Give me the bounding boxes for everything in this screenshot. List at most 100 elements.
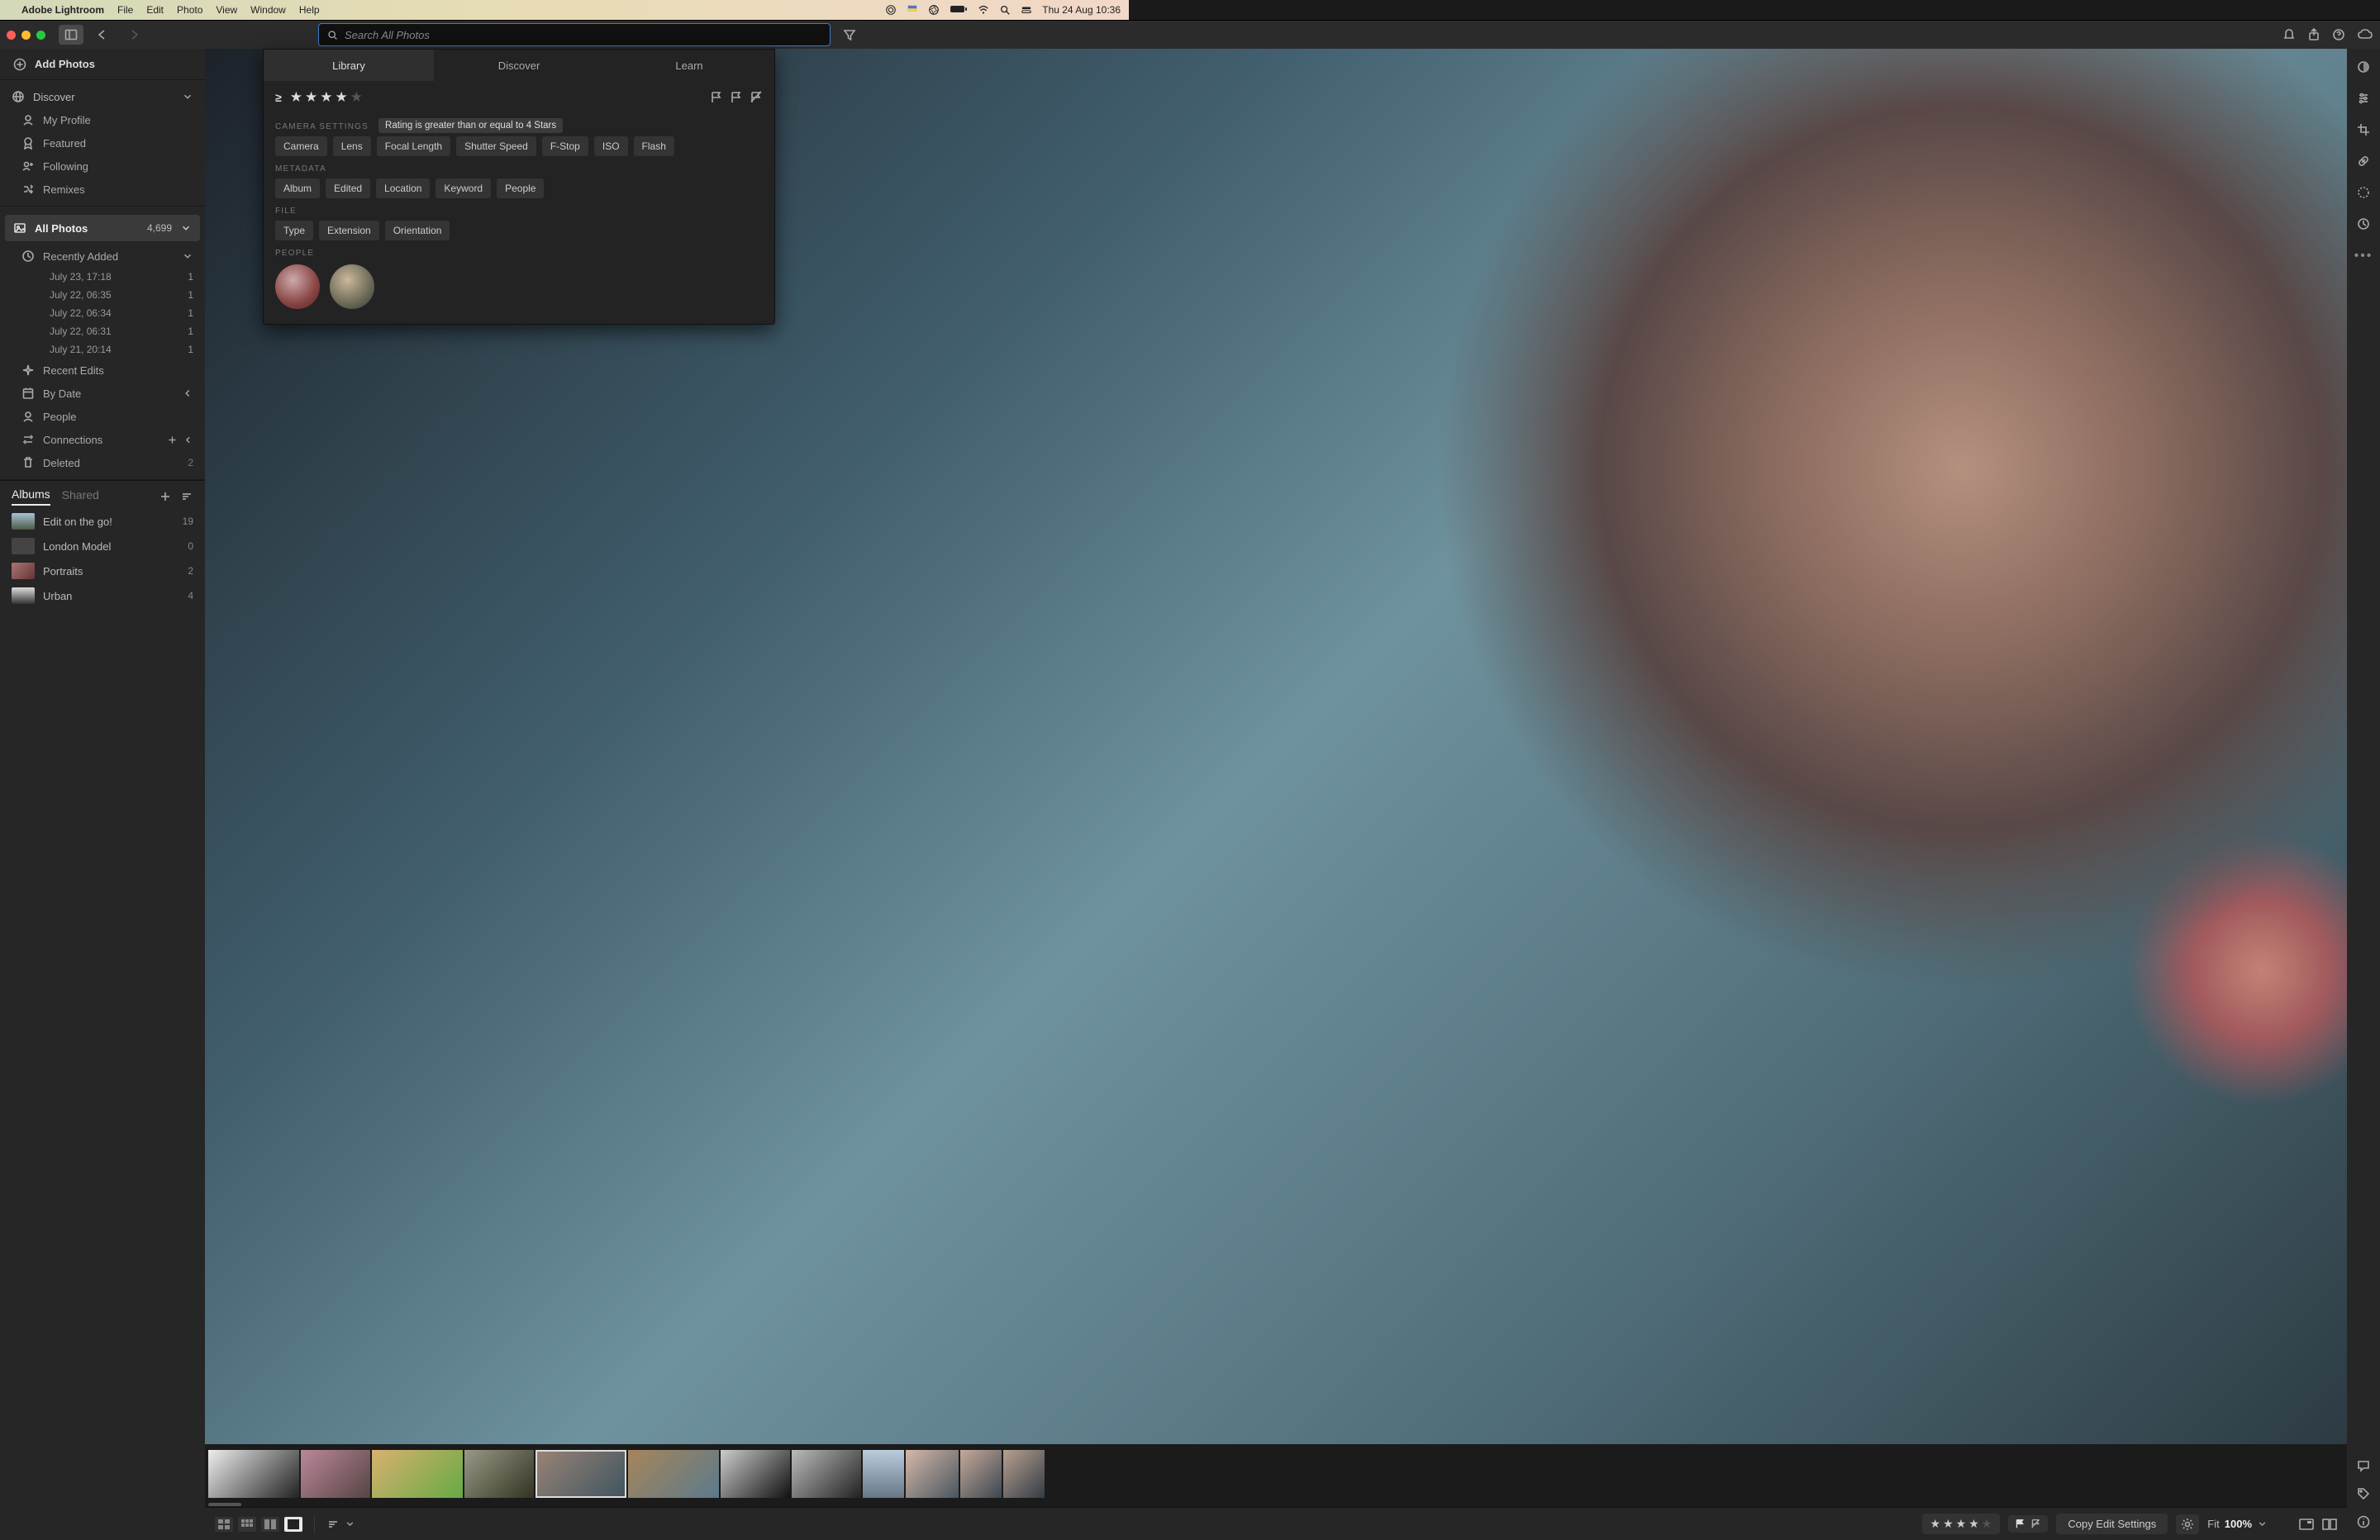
wifi-icon[interactable] xyxy=(978,4,989,16)
spotlight-icon[interactable] xyxy=(999,4,1011,16)
album-row[interactable]: London Model0 xyxy=(0,534,205,558)
chip-edited[interactable]: Edited xyxy=(326,178,370,198)
sidebar-discover-header[interactable]: Discover xyxy=(0,85,205,108)
edit-panel-icon[interactable] xyxy=(2357,60,2370,74)
gte-symbol[interactable]: ≥ xyxy=(275,91,282,104)
person-avatar[interactable] xyxy=(330,264,374,309)
square-grid-button[interactable] xyxy=(238,1517,256,1532)
flag-status-icon[interactable] xyxy=(907,4,918,16)
add-photos-button[interactable]: Add Photos xyxy=(0,49,205,80)
chip-flash[interactable]: Flash xyxy=(634,136,674,156)
sidebar-recently-added[interactable]: Recently Added xyxy=(0,245,205,268)
chip-people[interactable]: People xyxy=(497,178,544,198)
sidebar-item-my-profile[interactable]: My Profile xyxy=(0,108,205,131)
chip-fstop[interactable]: F-Stop xyxy=(542,136,588,156)
sidebar-people[interactable]: People xyxy=(0,405,205,428)
cloud-sync-icon[interactable] xyxy=(2357,28,2373,41)
copy-edit-settings-button[interactable]: Copy Edit Settings xyxy=(2056,1514,2168,1534)
sliders-icon[interactable] xyxy=(2357,92,2370,105)
more-icon[interactable]: ••• xyxy=(2354,249,2373,264)
sort-albums-icon[interactable] xyxy=(180,490,193,503)
chip-extension[interactable]: Extension xyxy=(319,221,379,240)
nav-forward-button[interactable] xyxy=(121,25,146,45)
before-after-icon[interactable] xyxy=(2322,1518,2337,1531)
chevron-left-icon[interactable] xyxy=(183,435,193,445)
crop-icon[interactable] xyxy=(2357,123,2370,136)
star-icon[interactable]: ★ xyxy=(350,89,363,106)
versions-icon[interactable] xyxy=(2357,217,2370,231)
app-name[interactable]: Adobe Lightroom xyxy=(21,4,104,16)
menu-photo[interactable]: Photo xyxy=(177,4,202,16)
sidebar-connections[interactable]: Connections xyxy=(0,428,205,451)
nav-back-button[interactable] xyxy=(90,25,115,45)
recent-entry[interactable]: July 22, 06:311 xyxy=(0,322,205,340)
info-icon[interactable] xyxy=(2357,1515,2370,1528)
flag-unflag-icon[interactable] xyxy=(730,91,743,104)
film-thumb-selected[interactable] xyxy=(536,1450,626,1498)
film-thumb[interactable] xyxy=(960,1450,1002,1498)
chip-location[interactable]: Location xyxy=(376,178,430,198)
chip-focal-length[interactable]: Focal Length xyxy=(377,136,450,156)
cc-icon[interactable] xyxy=(885,4,897,16)
rating-stars[interactable]: ★★★★★ xyxy=(290,89,363,106)
menu-file[interactable]: File xyxy=(117,4,133,16)
person-avatar[interactable] xyxy=(275,264,320,309)
sidebar-item-remixes[interactable]: Remixes xyxy=(0,178,205,201)
flag-widget[interactable] xyxy=(2008,1515,2048,1533)
sidebar-recent-edits[interactable]: Recent Edits xyxy=(0,359,205,382)
zoom-window-button[interactable] xyxy=(36,31,45,40)
flag-pick-icon[interactable] xyxy=(710,91,723,104)
sidebar-all-photos[interactable]: All Photos 4,699 xyxy=(5,215,200,241)
film-thumb[interactable] xyxy=(372,1450,463,1498)
film-thumb[interactable] xyxy=(721,1450,790,1498)
sort-group[interactable] xyxy=(326,1518,355,1531)
film-thumb[interactable] xyxy=(628,1450,719,1498)
recent-entry[interactable]: July 23, 17:181 xyxy=(0,268,205,286)
close-window-button[interactable] xyxy=(7,31,16,40)
chip-keyword[interactable]: Keyword xyxy=(436,178,491,198)
chip-lens[interactable]: Lens xyxy=(333,136,371,156)
album-row[interactable]: Edit on the go!19 xyxy=(0,509,205,534)
tag-icon[interactable] xyxy=(2357,1487,2370,1500)
shared-tab[interactable]: Shared xyxy=(62,488,99,505)
flag-reject-icon[interactable] xyxy=(2030,1519,2041,1529)
sidebar-item-featured[interactable]: Featured xyxy=(0,131,205,154)
help-icon[interactable] xyxy=(2332,28,2345,41)
star-icon[interactable]: ★ xyxy=(1956,1517,1967,1531)
film-thumb[interactable] xyxy=(1003,1450,1045,1498)
masking-icon[interactable] xyxy=(2357,186,2370,199)
sidebar-deleted[interactable]: Deleted 2 xyxy=(0,451,205,474)
filter-button[interactable] xyxy=(837,25,862,45)
star-icon[interactable]: ★ xyxy=(1930,1517,1941,1531)
menu-view[interactable]: View xyxy=(216,4,237,16)
chip-shutter[interactable]: Shutter Speed xyxy=(456,136,536,156)
menubar-clock[interactable]: Thu 24 Aug 10:36 xyxy=(1042,4,1121,16)
recent-entry[interactable]: July 22, 06:341 xyxy=(0,304,205,322)
settings-gear-button[interactable] xyxy=(2176,1514,2199,1534)
aperture-icon[interactable] xyxy=(928,4,940,16)
search-field[interactable] xyxy=(318,23,831,46)
search-input[interactable] xyxy=(345,29,821,41)
album-row[interactable]: Portraits2 xyxy=(0,558,205,583)
film-thumb[interactable] xyxy=(863,1450,904,1498)
filmstrip[interactable] xyxy=(205,1444,2347,1502)
zoom-controls[interactable]: Fit 100% xyxy=(2207,1518,2268,1530)
chip-album[interactable]: Album xyxy=(275,178,320,198)
film-thumb[interactable] xyxy=(906,1450,959,1498)
chip-iso[interactable]: ISO xyxy=(594,136,628,156)
film-thumb[interactable] xyxy=(792,1450,861,1498)
menu-edit[interactable]: Edit xyxy=(146,4,164,16)
chip-type[interactable]: Type xyxy=(275,221,313,240)
flag-pick-icon[interactable] xyxy=(2015,1519,2025,1529)
rating-widget[interactable]: ★★★★★ xyxy=(1922,1514,2001,1534)
album-row[interactable]: Urban4 xyxy=(0,583,205,608)
star-icon[interactable]: ★ xyxy=(320,89,332,106)
add-album-icon[interactable] xyxy=(159,490,172,503)
flag-reject-icon[interactable] xyxy=(750,91,763,104)
sidebar-item-following[interactable]: Following xyxy=(0,154,205,178)
healing-icon[interactable] xyxy=(2357,154,2370,168)
menu-window[interactable]: Window xyxy=(250,4,286,16)
star-icon[interactable]: ★ xyxy=(1968,1517,1979,1531)
film-thumb[interactable] xyxy=(301,1450,370,1498)
search-tab-library[interactable]: Library xyxy=(264,50,434,81)
